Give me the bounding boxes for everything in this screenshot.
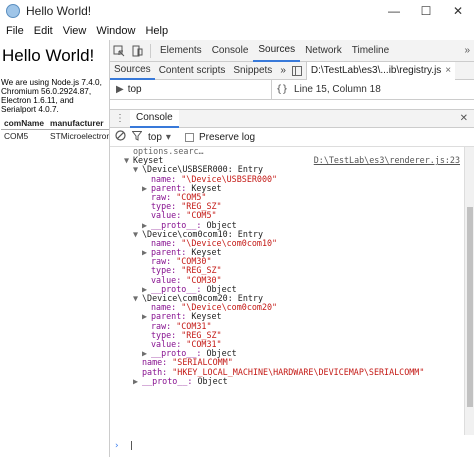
prompt-icon: › (114, 441, 120, 451)
expanded-triangle-icon[interactable]: ▼ (133, 229, 142, 239)
expand-icon[interactable]: ▶ (116, 84, 124, 95)
tab-network[interactable]: Network (300, 40, 347, 62)
expanded-triangle-icon[interactable]: ▼ (133, 293, 142, 303)
console-toolbar: top ▾ Preserve log (110, 128, 474, 147)
collapsed-triangle-icon[interactable]: ▶ (142, 312, 151, 321)
pane-spacer (110, 100, 474, 110)
sources-subbar: Sources Content scripts Snippets » D:\Te… (110, 61, 474, 80)
menu-file[interactable]: File (6, 25, 24, 37)
devtools-toolbar: Elements Console Sources Network Timelin… (110, 40, 474, 62)
object-label: Object (197, 375, 228, 386)
table-cell: STMicroelectron (50, 131, 110, 141)
minimize-button[interactable]: — (378, 0, 410, 22)
cursor: | (128, 441, 135, 451)
source-link[interactable]: D:\TestLab\es3\renderer.js:23 (314, 155, 460, 165)
device-mode-icon[interactable] (128, 42, 146, 60)
property-key: __proto__: (142, 375, 198, 386)
column-header: manufacturer (47, 117, 109, 130)
menu-window[interactable]: Window (96, 25, 135, 37)
console-output: options.searc… ▼ Keyset D:\TestLab\es3\rend… (110, 147, 474, 435)
table-cell: COM5 (4, 131, 29, 141)
collapsed-triangle-icon[interactable]: ▶ (142, 247, 151, 257)
close-icon[interactable]: × (445, 65, 451, 76)
close-drawer-icon[interactable]: ✕ (460, 113, 468, 124)
app-icon (6, 4, 20, 18)
clear-console-icon[interactable] (115, 130, 126, 144)
context-selector[interactable]: top (128, 84, 142, 95)
filter-icon[interactable] (131, 130, 143, 144)
tab-timeline[interactable]: Timeline (347, 40, 394, 62)
collapsed-triangle-icon[interactable]: ▶ (133, 376, 142, 386)
title-bar: Hello World! — ☐ ✕ (0, 0, 474, 22)
maximize-button[interactable]: ☐ (410, 0, 442, 22)
context-bar: ▶ top {} Line 15, Column 18 (110, 79, 474, 100)
preserve-log-label: Preserve log (198, 131, 256, 143)
ports-table: comName manufacturer COM5 STMicroelectro… (1, 117, 110, 143)
chevron-down-icon[interactable]: ▾ (166, 132, 171, 143)
menu-help[interactable]: Help (145, 25, 168, 37)
column-header: comName (1, 117, 48, 130)
menu-bar: File Edit View Window Help (0, 22, 474, 40)
console-context-selector[interactable]: top (148, 132, 162, 143)
console-line[interactable]: ▶ __proto__: Object (110, 375, 474, 386)
tab-content-scripts[interactable]: Content scripts (155, 62, 230, 80)
tab-elements[interactable]: Elements (155, 40, 207, 62)
cursor-position: Line 15, Column 18 (294, 84, 381, 95)
tab-snippets[interactable]: Snippets (229, 62, 276, 80)
page-heading: Hello World! (2, 46, 95, 65)
more-tabs-icon[interactable]: » (460, 45, 474, 56)
drawer-tabs: ⋮ Console ✕ (110, 109, 474, 128)
drawer-menu-icon[interactable]: ⋮ (110, 113, 130, 124)
tab-console[interactable]: Console (207, 40, 254, 62)
divider (150, 43, 151, 58)
more-sources-icon[interactable]: » (276, 62, 290, 80)
window-title: Hello World! (26, 4, 92, 18)
menu-edit[interactable]: Edit (34, 25, 53, 37)
menu-view[interactable]: View (63, 25, 87, 37)
close-button[interactable]: ✕ (442, 0, 474, 22)
table-row: COM5 STMicroelectron (1, 130, 110, 143)
inspect-icon[interactable] (110, 42, 128, 60)
expanded-triangle-icon[interactable]: ▼ (124, 155, 133, 165)
expanded-triangle-icon[interactable]: ▼ (133, 165, 142, 174)
collapsed-triangle-icon[interactable]: ▶ (142, 183, 151, 193)
toggle-navigator-icon[interactable] (290, 65, 304, 76)
format-icon[interactable]: {} (276, 84, 288, 95)
file-tab[interactable]: D:\TestLab\es3\...ib\registry.js × (305, 61, 456, 80)
version-info: We are using Node.js 7.4.0, Chromium 56.… (1, 78, 102, 114)
preserve-log-checkbox[interactable] (184, 132, 194, 142)
tab-sources[interactable]: Sources (253, 40, 301, 62)
devtools-panel: Elements Console Sources Network Timelin… (110, 40, 474, 457)
tab-console-drawer[interactable]: Console (130, 109, 179, 128)
file-tab-label: D:\TestLab\es3\...ib\registry.js (310, 65, 442, 76)
tab-sources-sub[interactable]: Sources (110, 62, 155, 80)
page-content: Hello World! We are using Node.js 7.4.0,… (0, 40, 110, 457)
console-prompt[interactable]: › | (110, 441, 464, 453)
